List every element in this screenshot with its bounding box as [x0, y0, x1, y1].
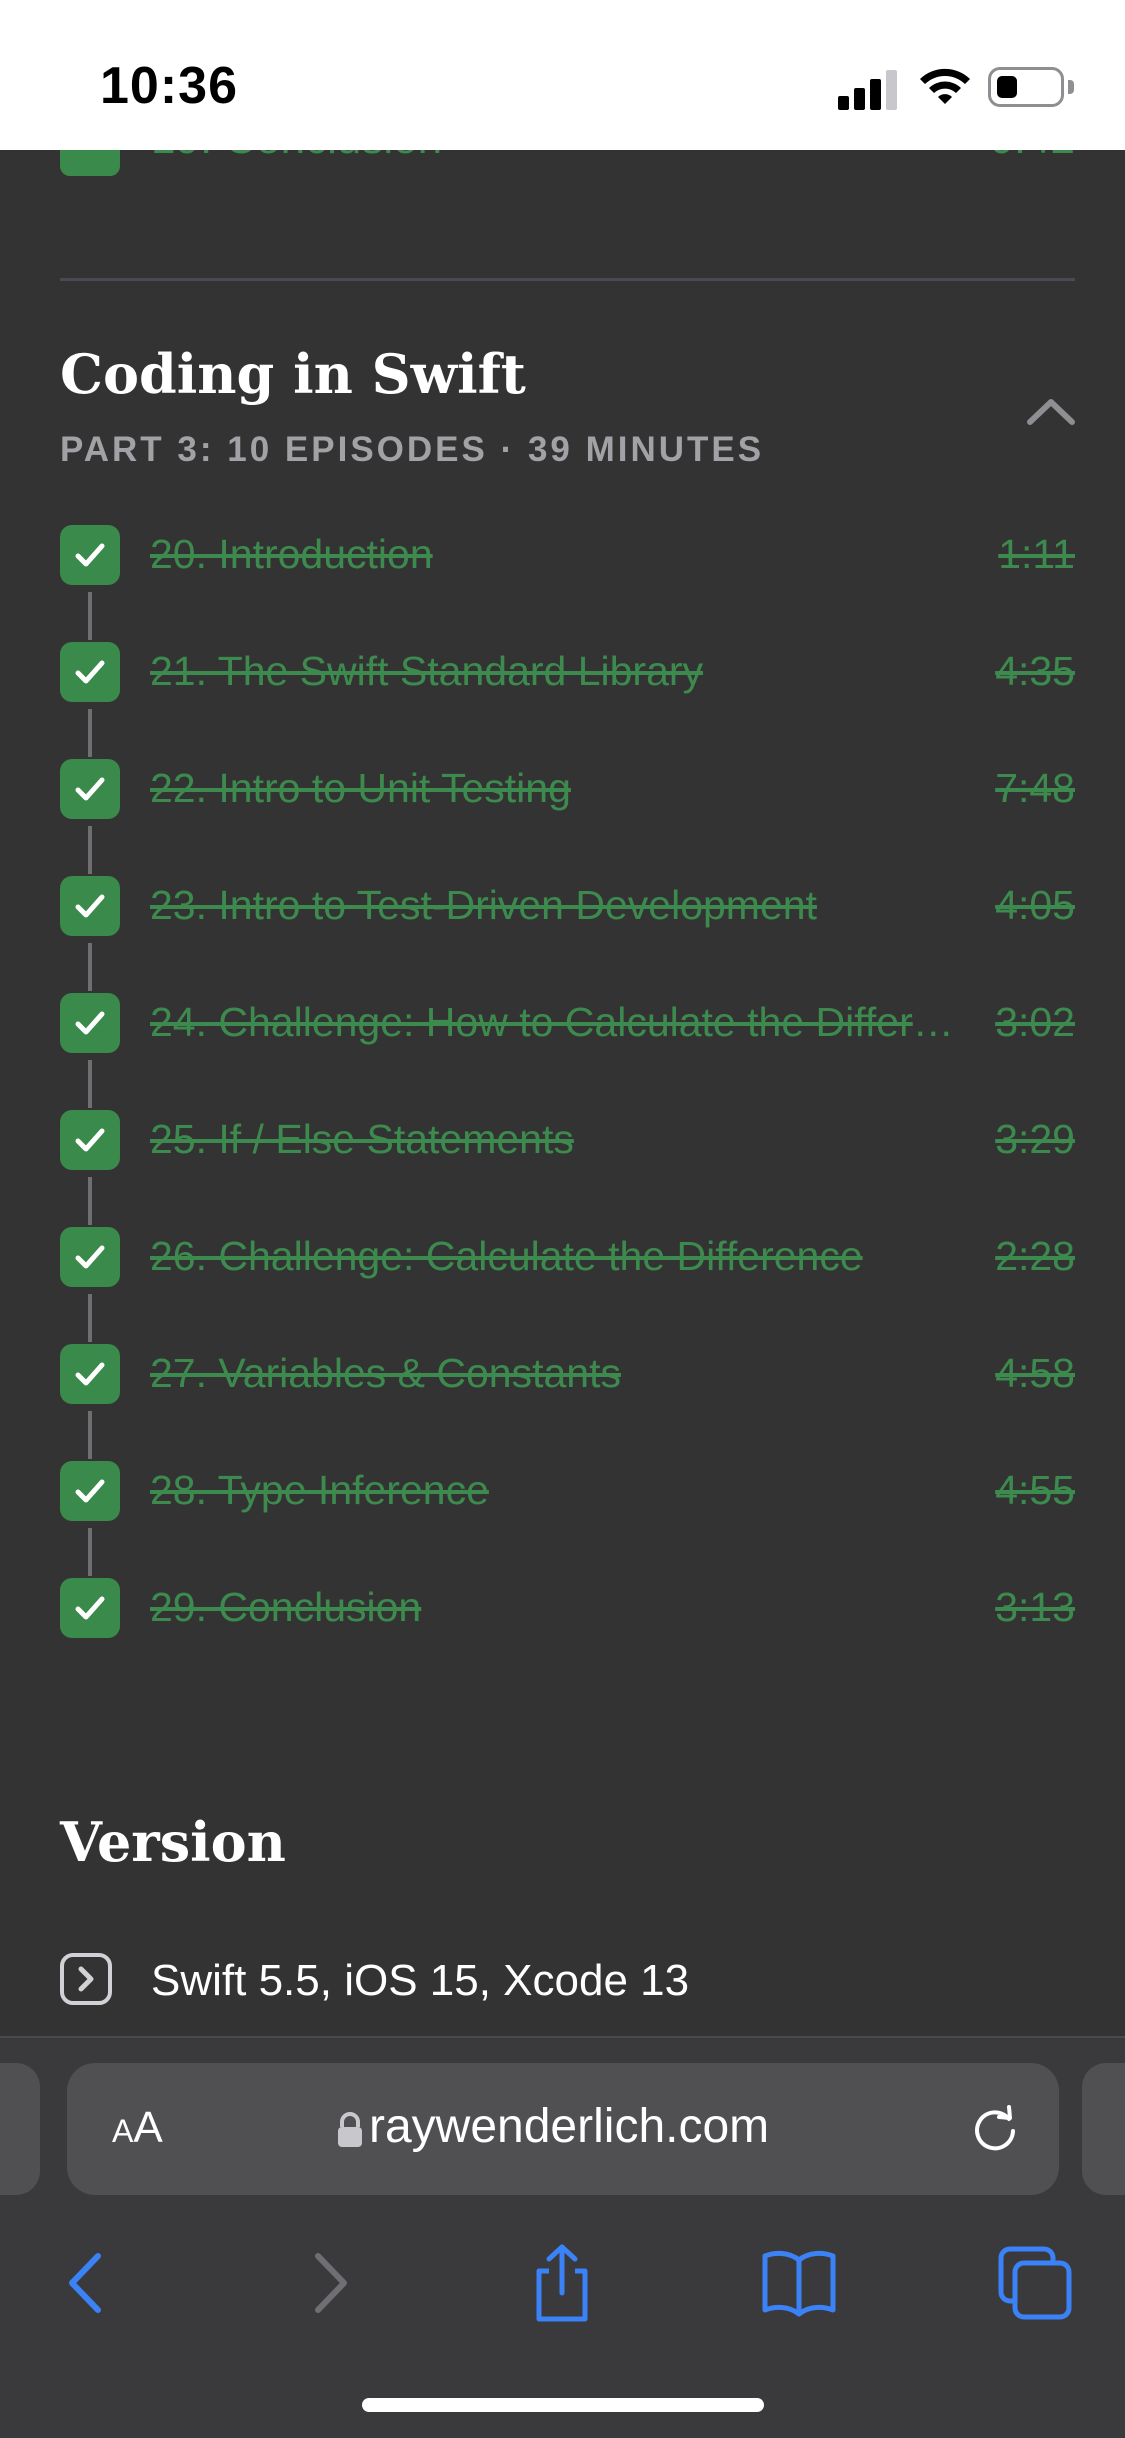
share-icon [536, 2244, 588, 2322]
reload-icon[interactable] [967, 2101, 1023, 2157]
battery-level [997, 76, 1017, 98]
episode-title: 21. The Swift Standard Library [150, 648, 704, 694]
share-button[interactable] [517, 2238, 607, 2328]
section-divider [60, 278, 1075, 281]
text-size-button[interactable]: AA [112, 2103, 163, 2153]
episode-duration: 3:29 [995, 1116, 1075, 1162]
episode-row[interactable]: 21. The Swift Standard Library 4:35 [60, 642, 1075, 757]
checkmark-icon [60, 1227, 120, 1287]
battery-cap [1068, 80, 1074, 94]
episode-connector [88, 1294, 92, 1342]
episode-row[interactable]: 25. If / Else Statements 3:29 [60, 1110, 1075, 1225]
episode-row[interactable]: 20. Introduction 1:11 [60, 525, 1075, 640]
episode-connector [88, 943, 92, 991]
checkmark-icon [60, 1110, 120, 1170]
episode-title: 20. Introduction [150, 531, 433, 577]
battery-icon [988, 67, 1064, 107]
episode-title: 23. Intro to Test-Driven Development [150, 882, 817, 928]
checkmark-icon [60, 525, 120, 585]
episode-row[interactable]: 26. Challenge: Calculate the Difference 2… [60, 1227, 1075, 1342]
episode-connector [88, 826, 92, 874]
episode-row[interactable]: 23. Intro to Test-Driven Development 4:05 [60, 876, 1075, 991]
cellular-signal-icon [838, 68, 898, 110]
chevron-left-icon [69, 2253, 101, 2313]
checkmark-icon [60, 759, 120, 819]
episode-row[interactable]: 28. Type Inference 4:55 [60, 1461, 1075, 1576]
version-heading: Version [60, 1810, 286, 1874]
episode-duration: 3:02 [995, 999, 1075, 1045]
checkmark-icon [60, 1344, 120, 1404]
chevron-right-icon [315, 2253, 347, 2313]
tabs-icon [998, 2246, 1072, 2320]
bookmarks-button[interactable] [754, 2238, 844, 2328]
episode-title: 24. Challenge: How to Calculate the Diff… [150, 999, 960, 1045]
episode-row[interactable]: 24. Challenge: How to Calculate the Diff… [60, 993, 1075, 1108]
episode-connector [88, 1060, 92, 1108]
episode-title: 29. Conclusion [150, 1584, 422, 1630]
address-bar[interactable]: AA raywenderlich.com [67, 2063, 1059, 2195]
episode-connector [88, 1177, 92, 1225]
browser-navigation [0, 2238, 1125, 2348]
episode-duration: 4:58 [995, 1350, 1075, 1396]
episode-title: 28. Type Inference [150, 1467, 489, 1513]
episode-title: 22. Intro to Unit Testing [150, 765, 571, 811]
status-time: 10:36 [100, 57, 238, 115]
back-button[interactable] [42, 2238, 132, 2328]
episode-duration: 1:11 [998, 531, 1075, 577]
episode-duration: 2:28 [995, 1233, 1075, 1279]
forward-button[interactable] [284, 2238, 374, 2328]
episode-connector [88, 1411, 92, 1459]
episode-duration: 4:05 [995, 882, 1075, 928]
book-icon [762, 2250, 836, 2317]
url-text[interactable]: raywenderlich.com [369, 2099, 769, 2154]
episode-row[interactable]: 22. Intro to Unit Testing 7:48 [60, 759, 1075, 874]
chevron-up-icon[interactable] [1024, 390, 1078, 430]
episode-title: 25. If / Else Statements [150, 1116, 574, 1162]
previous-tab-preview[interactable] [0, 2063, 40, 2195]
browser-toolbar: AA raywenderlich.com [0, 2036, 1125, 2438]
episode-connector [88, 1528, 92, 1576]
episode-title: 26. Challenge: Calculate the Difference [150, 1233, 863, 1279]
checkmark-icon [60, 993, 120, 1053]
checkmark-icon [60, 876, 120, 936]
checkmark-icon [60, 1578, 120, 1638]
lock-icon [338, 2112, 362, 2147]
episode-connector [88, 709, 92, 757]
episode-duration: 3:13 [995, 1584, 1075, 1630]
next-tab-preview[interactable] [1082, 2063, 1125, 2195]
episode-duration: 4:55 [995, 1467, 1075, 1513]
wifi-icon [920, 68, 970, 104]
text-size-small-label: A [112, 2113, 134, 2149]
version-text[interactable]: Swift 5.5, iOS 15, Xcode 13 [151, 1956, 689, 2006]
home-indicator[interactable] [362, 2398, 764, 2412]
section-title: Coding in Swift [60, 342, 526, 406]
status-bar: 10:36 [0, 0, 1125, 150]
episode-duration: 4:35 [995, 648, 1075, 694]
episode-title: 27. Variables & Constants [150, 1350, 621, 1396]
section-subtitle: PART 3: 10 EPISODES · 39 MINUTES [60, 430, 765, 469]
chevron-right-icon[interactable] [60, 1953, 112, 2005]
episode-connector [88, 592, 92, 640]
episode-row[interactable]: 29. Conclusion 3:13 [60, 1578, 1075, 1640]
text-size-large-label: A [133, 2103, 163, 2152]
checkmark-icon [60, 1461, 120, 1521]
tabs-button[interactable] [990, 2238, 1080, 2328]
episode-duration: 7:48 [995, 765, 1075, 811]
checkmark-icon [60, 642, 120, 702]
episode-row[interactable]: 27. Variables & Constants 4:58 [60, 1344, 1075, 1459]
